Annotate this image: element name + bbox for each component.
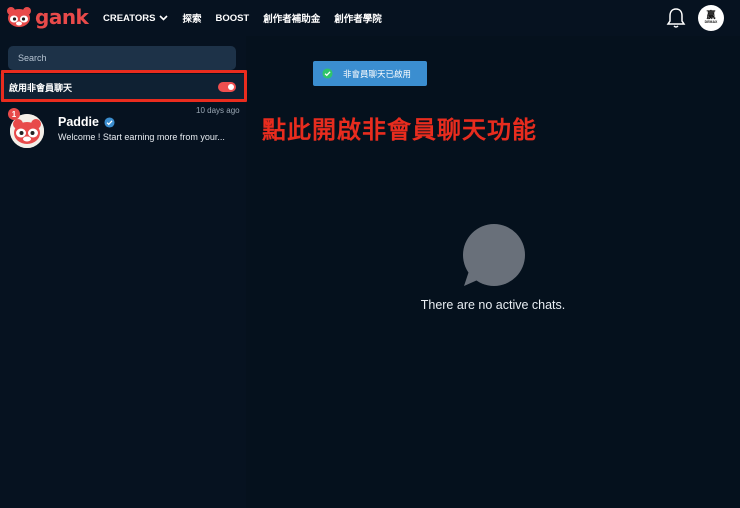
main-nav: CREATORS 探索 BOOST 創作者補助金 創作者學院 bbox=[103, 0, 396, 36]
avatar-subtext: DEMAX bbox=[704, 20, 718, 24]
nav-item-creator-grant[interactable]: 創作者補助金 bbox=[263, 11, 320, 25]
nav-item-creators-label: CREATORS bbox=[103, 12, 156, 24]
user-avatar[interactable]: 赢 DEMAX bbox=[698, 5, 724, 31]
nav-item-creator-academy[interactable]: 創作者學院 bbox=[334, 11, 382, 25]
chevron-down-icon bbox=[159, 15, 169, 21]
toast-text: 非會員聊天已啟用 bbox=[343, 68, 412, 79]
brand-name: gank bbox=[35, 5, 89, 29]
bell-icon[interactable] bbox=[666, 7, 686, 29]
chat-timestamp: 10 days ago bbox=[196, 106, 240, 115]
nav-item-creators[interactable]: CREATORS bbox=[103, 12, 169, 24]
success-toast: 非會員聊天已啟用 bbox=[313, 61, 427, 86]
chat-preview: Welcome ! Start earning more from your..… bbox=[58, 132, 225, 142]
top-navbar: gank CREATORS 探索 BOOST 創作者補助金 創作者學院 赢 DE… bbox=[0, 0, 740, 36]
chat-name: Paddie bbox=[58, 115, 99, 129]
verified-badge-icon bbox=[104, 117, 115, 128]
annotation-highlight-box bbox=[1, 70, 247, 102]
chat-bubble-icon bbox=[463, 224, 525, 286]
annotation-callout: 點此開啟非會員聊天功能 bbox=[262, 116, 537, 144]
nav-item-explore[interactable]: 探索 bbox=[182, 11, 201, 25]
unread-badge: 1 bbox=[8, 108, 20, 120]
nav-item-boost[interactable]: BOOST bbox=[215, 13, 249, 24]
brand-logo[interactable]: gank bbox=[6, 5, 89, 29]
check-circle-icon bbox=[322, 68, 333, 79]
list-item[interactable]: 1 10 days ago Paddie Welcome ! Start ear… bbox=[0, 104, 246, 156]
empty-state-message: There are no active chats. bbox=[420, 298, 566, 312]
red-panda-logo-icon bbox=[7, 7, 31, 27]
chat-sidebar: 啟用非會員聊天 1 10 days ago Paddie bbox=[0, 36, 247, 508]
avatar-glyph: 赢 bbox=[706, 10, 716, 20]
search-input[interactable] bbox=[8, 46, 236, 70]
